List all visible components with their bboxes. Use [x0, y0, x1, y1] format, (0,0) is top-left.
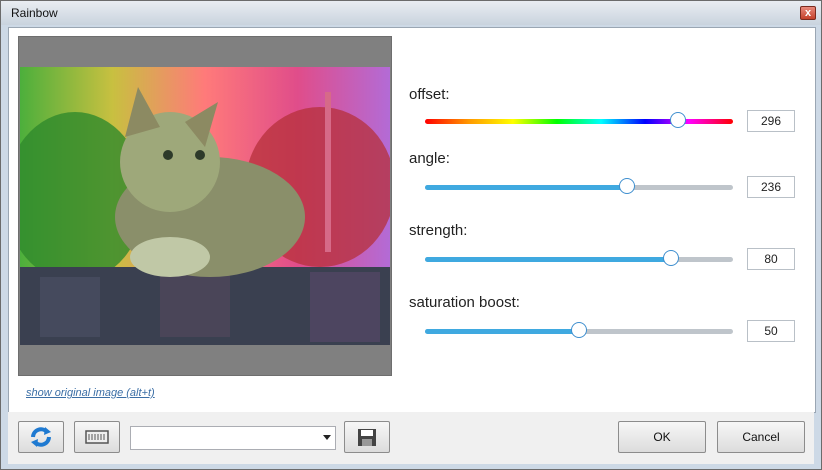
offset-value-field[interactable]: 296 — [747, 110, 795, 132]
save-preset-button[interactable] — [344, 421, 390, 453]
ok-button-label: OK — [653, 430, 671, 444]
image-preview-frame — [18, 36, 392, 376]
strength-slider-fill — [425, 257, 672, 262]
cancel-button[interactable]: Cancel — [717, 421, 805, 453]
angle-label: angle: — [409, 150, 450, 167]
angle-slider-fill — [425, 185, 627, 190]
save-icon — [358, 429, 376, 446]
button-bar: OK Cancel — [8, 412, 814, 464]
saturation-boost-slider-thumb[interactable] — [571, 322, 587, 338]
chevron-down-icon — [323, 435, 331, 440]
saturation-boost-slider[interactable] — [425, 322, 733, 338]
dialog-content: show original image (alt+t) offset: 296 … — [8, 27, 816, 413]
preview-image — [20, 67, 390, 345]
angle-slider-thumb[interactable] — [618, 178, 635, 194]
offset-slider[interactable] — [425, 112, 733, 128]
angle-value-field[interactable]: 236 — [747, 176, 795, 198]
saturation-boost-slider-fill — [425, 329, 579, 334]
preset-dropdown[interactable] — [130, 426, 336, 450]
window-title: Rainbow — [11, 6, 58, 20]
ok-button[interactable]: OK — [618, 421, 706, 453]
refresh-icon — [31, 427, 51, 447]
cancel-button-label: Cancel — [742, 430, 780, 444]
close-button[interactable]: x — [800, 6, 816, 20]
strength-value-field[interactable]: 80 — [747, 248, 795, 270]
reset-button[interactable] — [18, 421, 64, 453]
angle-slider[interactable] — [425, 178, 733, 194]
strength-label: strength: — [409, 222, 468, 239]
presets-button[interactable] — [74, 421, 120, 453]
cat-photo-image — [20, 67, 390, 345]
saturation-boost-label: saturation boost: — [409, 294, 520, 311]
title-bar[interactable]: Rainbow x — [1, 1, 821, 25]
keyboard-icon — [85, 430, 109, 444]
saturation-boost-value-field[interactable]: 50 — [747, 320, 795, 342]
offset-slider-thumb[interactable] — [669, 112, 686, 128]
strength-slider-thumb[interactable] — [663, 250, 680, 266]
rainbow-dialog: Rainbow x show original image (alt+t) of… — [0, 0, 822, 470]
close-icon: x — [804, 7, 812, 19]
show-original-link[interactable]: show original image (alt+t) — [26, 387, 155, 399]
strength-slider[interactable] — [425, 250, 733, 266]
offset-label: offset: — [409, 86, 450, 103]
